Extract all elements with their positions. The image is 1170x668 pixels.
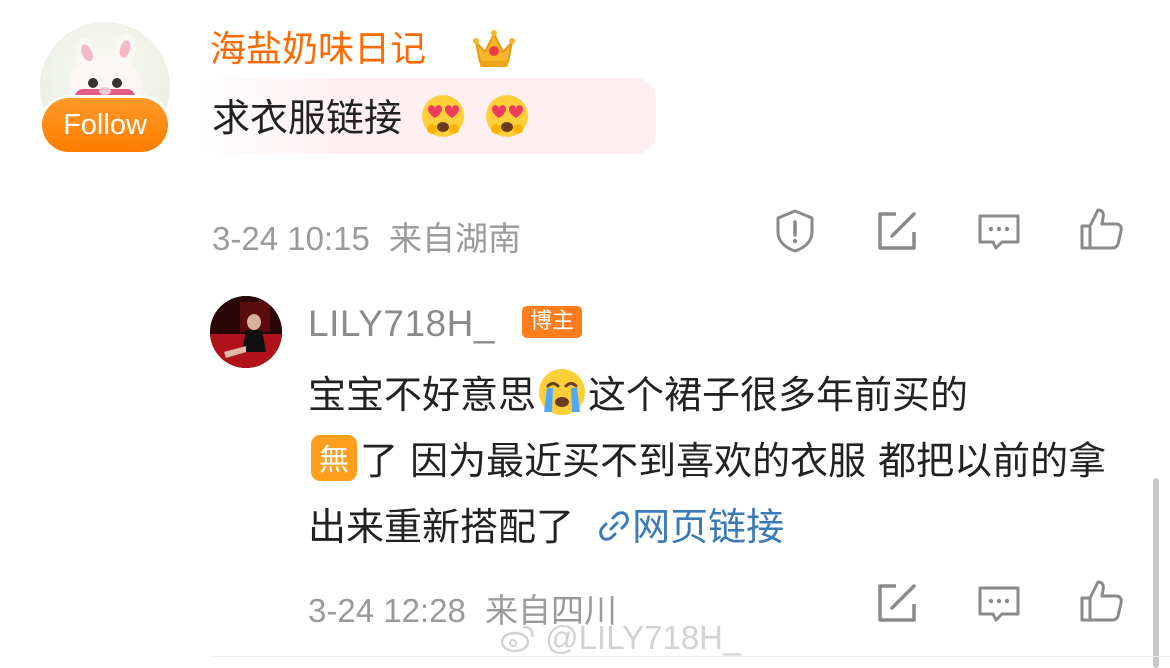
photo-avatar bbox=[210, 296, 282, 368]
share-icon[interactable] bbox=[874, 580, 920, 626]
crying-emoji bbox=[539, 369, 586, 415]
wu-emoji: 無 bbox=[311, 435, 357, 481]
link-icon bbox=[599, 511, 629, 541]
comment-icon[interactable] bbox=[976, 208, 1022, 254]
like-icon[interactable] bbox=[1078, 206, 1124, 252]
comment-time: 3-24 10:15 bbox=[212, 220, 370, 257]
reply-text-part1: 宝宝不好意思 bbox=[308, 373, 537, 417]
comment-meta: 3-24 10:15 来自湖南 bbox=[212, 212, 521, 260]
replier-avatar[interactable] bbox=[210, 296, 282, 368]
web-link[interactable]: 网页链接 bbox=[596, 505, 784, 549]
heart-eyes-emoji bbox=[422, 95, 465, 137]
scrollbar[interactable] bbox=[1153, 478, 1159, 668]
reply-text-part2: 这个裙子很多年前买的 bbox=[588, 373, 969, 417]
replier-username[interactable]: LILY718H_ bbox=[308, 302, 495, 346]
comment-location: 来自湖南 bbox=[388, 219, 521, 258]
comment-icon[interactable] bbox=[976, 580, 1022, 626]
reply-time: 3-24 12:28 bbox=[308, 592, 466, 629]
share-icon[interactable] bbox=[874, 208, 920, 254]
web-link-label: 网页链接 bbox=[632, 505, 785, 549]
weibo-watermark: @LILY718H_ bbox=[500, 618, 741, 658]
comment-text: 求衣服链接 bbox=[212, 92, 530, 144]
follow-button[interactable]: Follow bbox=[42, 98, 168, 152]
heart-eyes-emoji bbox=[486, 95, 529, 137]
crown-icon bbox=[473, 30, 515, 67]
weibo-logo-icon bbox=[500, 625, 534, 653]
author-badge: 博主 bbox=[522, 306, 583, 338]
reply-text: 宝宝不好意思 这个裙子很多年前买的 無 了 因为最近买不到喜欢的衣服 都把以前的… bbox=[308, 362, 1128, 560]
like-icon[interactable] bbox=[1078, 578, 1124, 624]
comment-text-content: 求衣服链接 bbox=[212, 96, 403, 140]
svg-text:無: 無 bbox=[319, 443, 349, 478]
report-icon[interactable] bbox=[772, 208, 818, 254]
commenter-username[interactable]: 海盐奶味日记 bbox=[210, 26, 426, 74]
watermark-text: @LILY718H_ bbox=[545, 619, 742, 656]
divider bbox=[210, 656, 1170, 657]
